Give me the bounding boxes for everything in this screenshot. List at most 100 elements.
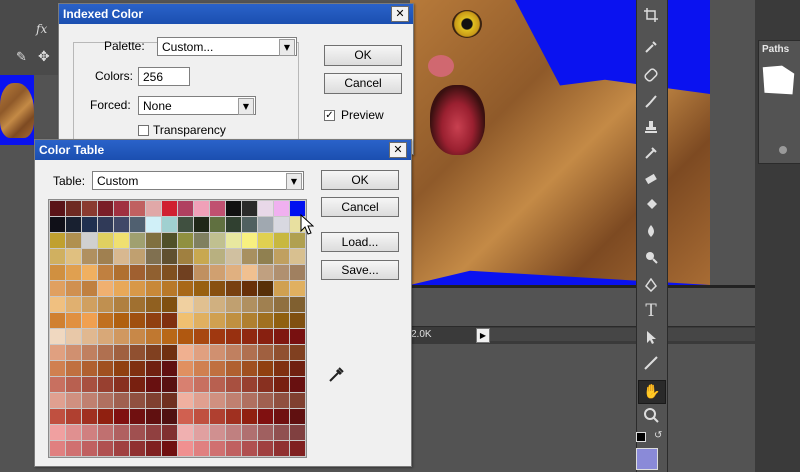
- color-swatch[interactable]: [290, 345, 305, 360]
- color-swatch[interactable]: [274, 425, 289, 440]
- color-swatch[interactable]: [226, 345, 241, 360]
- color-swatch[interactable]: [242, 441, 257, 456]
- color-swatch[interactable]: [242, 313, 257, 328]
- color-swatch[interactable]: [98, 409, 113, 424]
- color-swatch[interactable]: [258, 313, 273, 328]
- color-swatch[interactable]: [258, 233, 273, 248]
- color-swatch[interactable]: [82, 265, 97, 280]
- color-swatch[interactable]: [50, 361, 65, 376]
- healing-brush-tool-icon[interactable]: [637, 64, 665, 86]
- horizontal-scrollbar[interactable]: [490, 328, 780, 341]
- color-swatch[interactable]: [114, 265, 129, 280]
- color-swatch[interactable]: [114, 217, 129, 232]
- color-swatch[interactable]: [146, 441, 161, 456]
- default-colors-icon[interactable]: [636, 432, 646, 442]
- color-swatch[interactable]: [162, 345, 177, 360]
- color-swatch[interactable]: [162, 249, 177, 264]
- color-swatch[interactable]: [194, 441, 209, 456]
- color-swatch[interactable]: [50, 233, 65, 248]
- color-swatch[interactable]: [162, 409, 177, 424]
- color-swatch[interactable]: [66, 297, 81, 312]
- colors-input[interactable]: 256: [138, 67, 190, 86]
- color-swatch[interactable]: [82, 425, 97, 440]
- color-swatch[interactable]: [274, 329, 289, 344]
- color-swatch[interactable]: [178, 441, 193, 456]
- color-swatch[interactable]: [130, 329, 145, 344]
- fx-icon[interactable]: fx: [36, 22, 47, 36]
- color-swatch[interactable]: [210, 345, 225, 360]
- color-swatch[interactable]: [146, 217, 161, 232]
- color-swatch[interactable]: [258, 201, 273, 216]
- color-swatch[interactable]: [258, 249, 273, 264]
- color-swatch[interactable]: [194, 361, 209, 376]
- indexed-ok-button[interactable]: OK: [324, 45, 402, 66]
- color-swatch[interactable]: [114, 313, 129, 328]
- panel-footer-dot-icon[interactable]: [779, 146, 787, 154]
- color-swatch[interactable]: [130, 425, 145, 440]
- color-swatch[interactable]: [66, 329, 81, 344]
- clone-stamp-tool-icon[interactable]: [637, 116, 665, 138]
- move-icon[interactable]: ✥: [38, 49, 50, 65]
- color-swatch[interactable]: [146, 313, 161, 328]
- color-swatch[interactable]: [194, 345, 209, 360]
- color-swatch[interactable]: [50, 313, 65, 328]
- color-swatch[interactable]: [50, 393, 65, 408]
- color-swatch[interactable]: [242, 297, 257, 312]
- color-swatch[interactable]: [162, 201, 177, 216]
- color-swatch[interactable]: [226, 425, 241, 440]
- color-swatch[interactable]: [178, 409, 193, 424]
- color-swatch[interactable]: [210, 297, 225, 312]
- load-button[interactable]: Load...: [321, 232, 399, 252]
- color-swatch[interactable]: [226, 249, 241, 264]
- color-swatch[interactable]: [274, 281, 289, 296]
- color-swatch[interactable]: [178, 425, 193, 440]
- color-swatch[interactable]: [130, 265, 145, 280]
- color-swatch[interactable]: [162, 217, 177, 232]
- color-swatch[interactable]: [274, 345, 289, 360]
- color-swatch[interactable]: [130, 201, 145, 216]
- color-swatch[interactable]: [114, 361, 129, 376]
- color-swatch[interactable]: [98, 233, 113, 248]
- color-swatch[interactable]: [242, 345, 257, 360]
- color-swatch[interactable]: [130, 361, 145, 376]
- color-swatch[interactable]: [50, 281, 65, 296]
- zoom-tool-icon[interactable]: [640, 405, 664, 425]
- color-swatch[interactable]: [274, 265, 289, 280]
- table-select[interactable]: Custom ▼: [92, 171, 304, 190]
- color-swatch[interactable]: [162, 377, 177, 392]
- color-swatch[interactable]: [258, 393, 273, 408]
- color-swatch[interactable]: [146, 361, 161, 376]
- color-swatch[interactable]: [66, 409, 81, 424]
- color-swatch[interactable]: [194, 425, 209, 440]
- color-swatch[interactable]: [178, 233, 193, 248]
- color-swatch[interactable]: [178, 281, 193, 296]
- history-brush-tool-icon[interactable]: [637, 142, 665, 164]
- color-swatch[interactable]: [130, 377, 145, 392]
- foreground-color-swatch[interactable]: [636, 448, 658, 470]
- color-swatch[interactable]: [98, 201, 113, 216]
- paint-bucket-tool-icon[interactable]: [637, 194, 665, 216]
- color-swatch[interactable]: [82, 329, 97, 344]
- color-swatch[interactable]: [146, 377, 161, 392]
- color-swatch[interactable]: [178, 329, 193, 344]
- swap-colors-icon[interactable]: ↺: [654, 430, 662, 441]
- color-swatch[interactable]: [274, 361, 289, 376]
- color-swatch[interactable]: [66, 345, 81, 360]
- color-swatch[interactable]: [242, 281, 257, 296]
- eyedropper-icon[interactable]: [327, 366, 345, 384]
- color-swatch[interactable]: [82, 441, 97, 456]
- color-swatch[interactable]: [258, 281, 273, 296]
- color-swatch[interactable]: [290, 441, 305, 456]
- color-swatch[interactable]: [66, 361, 81, 376]
- color-swatch[interactable]: [114, 281, 129, 296]
- hand-tool-button[interactable]: ✋: [638, 380, 666, 404]
- color-swatch[interactable]: [98, 345, 113, 360]
- color-swatch[interactable]: [258, 377, 273, 392]
- color-swatch[interactable]: [290, 297, 305, 312]
- color-swatch[interactable]: [66, 313, 81, 328]
- color-swatch[interactable]: [274, 441, 289, 456]
- color-swatch[interactable]: [290, 313, 305, 328]
- color-swatch[interactable]: [98, 313, 113, 328]
- color-swatch[interactable]: [210, 329, 225, 344]
- color-swatch[interactable]: [242, 201, 257, 216]
